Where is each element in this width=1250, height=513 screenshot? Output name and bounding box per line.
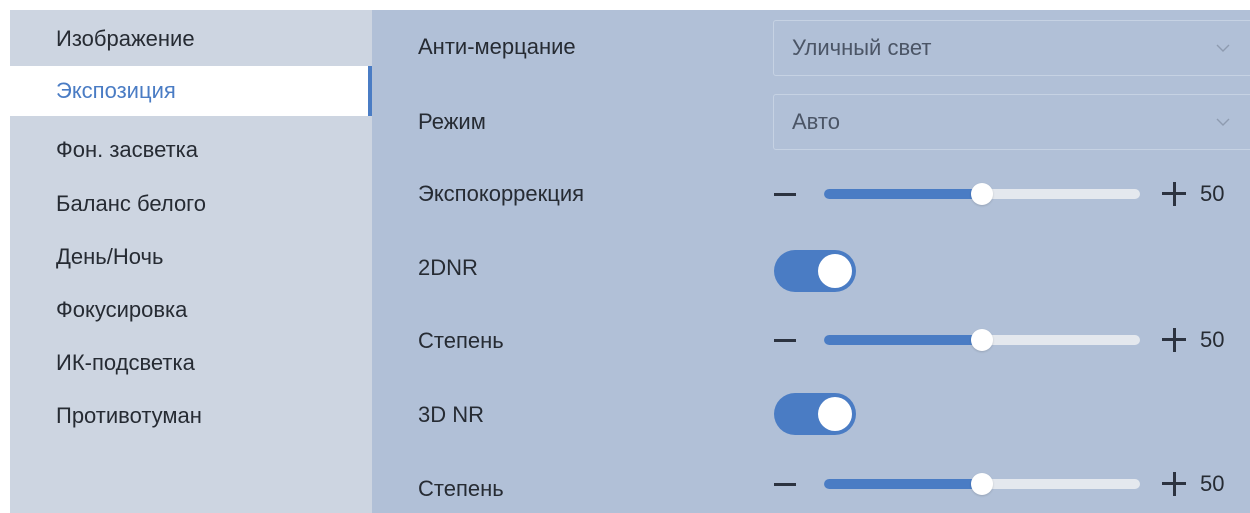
sidebar-item-label: День/Ночь (56, 244, 164, 269)
slider-fill (824, 479, 982, 489)
sidebar-item-image[interactable]: Изображение (10, 14, 372, 64)
plus-icon[interactable] (1162, 328, 1186, 352)
dnr3-level-slider[interactable] (824, 473, 1140, 495)
minus-icon[interactable] (774, 193, 796, 196)
anti-flicker-select[interactable]: Уличный свет (773, 20, 1250, 76)
chevron-down-icon (1216, 44, 1230, 52)
slider-fill (824, 189, 982, 199)
plus-icon[interactable] (1162, 472, 1186, 496)
sidebar-item-label: ИК-подсветка (56, 350, 195, 375)
exposure-comp-label: Экспокоррекция (418, 181, 585, 206)
slider-thumb[interactable] (971, 329, 993, 351)
sidebar-item-label: Противотуман (56, 403, 202, 428)
minus-icon[interactable] (774, 339, 796, 342)
sidebar-item-focus[interactable]: Фокусировка (10, 285, 372, 335)
dnr2-level-slider[interactable] (824, 329, 1140, 351)
plus-icon[interactable] (1162, 182, 1186, 206)
chevron-down-icon (1216, 118, 1230, 126)
anti-flicker-value: Уличный свет (792, 35, 932, 60)
mode-label: Режим (418, 109, 486, 134)
exposure-comp-slider[interactable] (824, 183, 1140, 205)
sidebar-item-day-night[interactable]: День/Ночь (10, 232, 372, 282)
slider-thumb[interactable] (971, 183, 993, 205)
anti-flicker-label: Анти-мерцание (418, 34, 576, 59)
dnr3-label: 3D NR (418, 402, 485, 427)
dnr3-toggle[interactable] (774, 393, 856, 435)
sidebar-item-label: Изображение (56, 26, 195, 51)
dnr3-level-label: Степень (418, 476, 504, 501)
slider-fill (824, 335, 982, 345)
settings-frame: Изображение Экспозиция Фон. засветка Бал… (10, 10, 1250, 513)
sidebar: Изображение Экспозиция Фон. засветка Бал… (10, 10, 372, 513)
mode-select[interactable]: Авто (773, 94, 1250, 150)
sidebar-item-label: Экспозиция (56, 78, 176, 103)
sidebar-item-exposure[interactable]: Экспозиция (10, 66, 372, 116)
sidebar-item-defog[interactable]: Противотуман (10, 391, 372, 441)
dnr3-level-value: 50 (1200, 471, 1225, 496)
exposure-comp-value: 50 (1200, 181, 1225, 206)
dnr2-label: 2DNR (418, 255, 478, 280)
toggle-knob (818, 254, 852, 288)
sidebar-item-label: Фокусировка (56, 297, 188, 322)
mode-value: Авто (792, 109, 840, 134)
sidebar-item-ir-light[interactable]: ИК-подсветка (10, 338, 372, 388)
sidebar-item-label: Баланс белого (56, 191, 206, 216)
dnr2-level-value: 50 (1200, 327, 1225, 352)
slider-thumb[interactable] (971, 473, 993, 495)
settings-panel: Анти-мерцание Уличный свет Режим Авто Эк… (372, 10, 1250, 513)
sidebar-item-backlight[interactable]: Фон. засветка (10, 125, 372, 175)
sidebar-item-white-balance[interactable]: Баланс белого (10, 179, 372, 229)
dnr2-toggle[interactable] (774, 250, 856, 292)
dnr2-level-label: Степень (418, 328, 504, 353)
minus-icon[interactable] (774, 483, 796, 486)
toggle-knob (818, 397, 852, 431)
sidebar-item-label: Фон. засветка (56, 137, 199, 162)
